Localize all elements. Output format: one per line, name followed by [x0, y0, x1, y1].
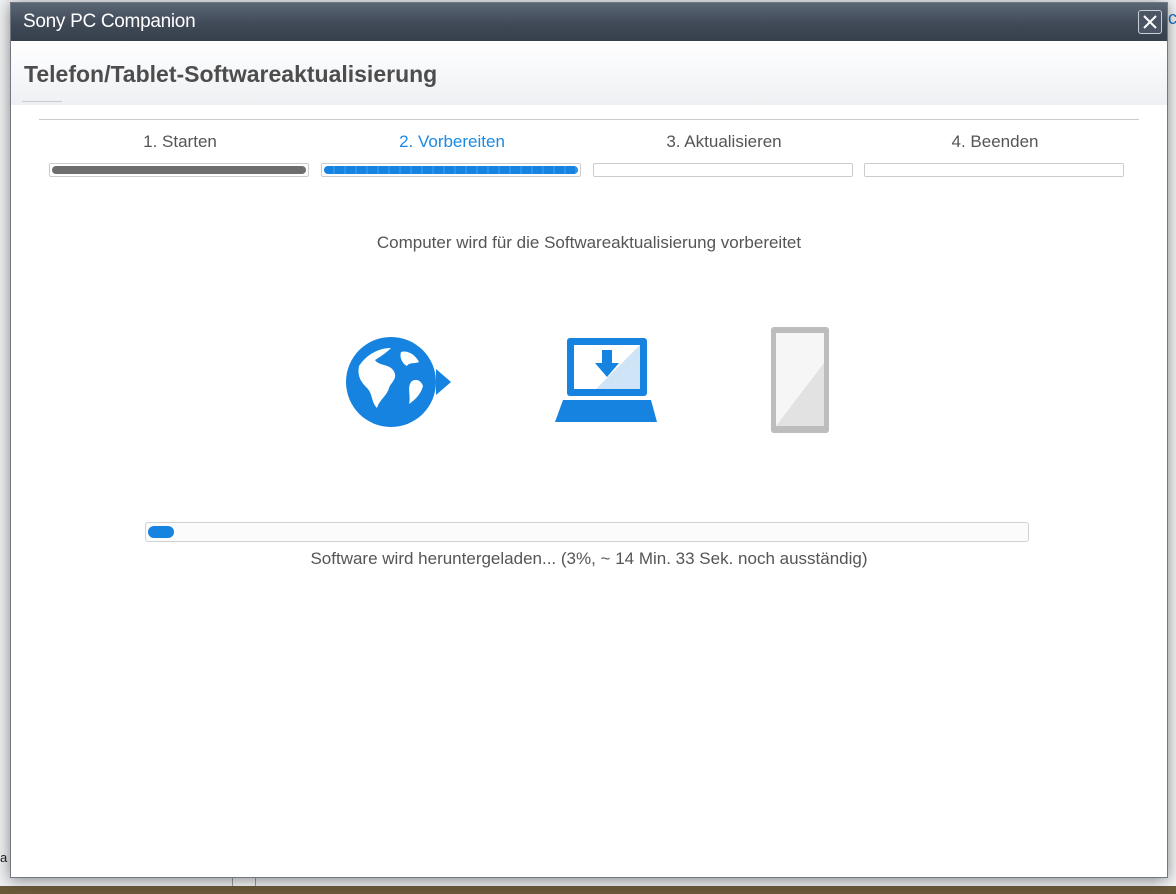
page-title: Telefon/Tablet-Softwareaktualisierung — [24, 61, 438, 87]
close-icon — [1143, 15, 1157, 29]
background-text: a — [0, 850, 8, 865]
dialog-header: Telefon/Tablet-Softwareaktualisierung — [11, 41, 1167, 105]
step-starten: 1. Starten — [49, 131, 311, 177]
step-progress-fill — [324, 166, 578, 174]
taskbar-edge — [0, 886, 1176, 894]
step-label: 4. Beenden — [951, 132, 1039, 151]
download-progress-fill — [148, 526, 174, 538]
header-divider — [22, 101, 62, 102]
phone-icon — [771, 327, 829, 433]
globe-icon — [346, 337, 451, 427]
download-progress-bar — [145, 522, 1029, 542]
close-button[interactable] — [1138, 10, 1162, 34]
title-bar[interactable]: Sony PC Companion — [11, 3, 1167, 41]
download-progress-text: Software wird heruntergeladen... (3%, ~ … — [310, 549, 868, 568]
step-vorbereiten: 2. Vorbereiten — [321, 131, 583, 177]
step-progress-bar — [321, 163, 581, 177]
step-indicator: 1. Starten 2. Vorbereiten 3. Aktualisier… — [49, 131, 1129, 181]
step-aktualisieren: 3. Aktualisieren — [593, 131, 855, 177]
step-progress-bar — [593, 163, 853, 177]
step-beenden: 4. Beenden — [864, 131, 1126, 177]
status-message: Computer wird für die Softwareaktualisie… — [376, 233, 802, 252]
step-label: 2. Vorbereiten — [399, 132, 505, 151]
step-progress-fill — [52, 166, 306, 174]
step-label: 1. Starten — [143, 132, 217, 151]
laptop-download-icon — [555, 338, 657, 422]
step-progress-bar — [864, 163, 1124, 177]
window-title: Sony PC Companion — [23, 11, 196, 32]
step-label: 3. Aktualisieren — [666, 132, 782, 151]
steps-divider — [39, 119, 1139, 120]
step-progress-bar — [49, 163, 309, 177]
update-dialog: Sony PC Companion Telefon/Tablet-Softwar… — [10, 2, 1168, 878]
